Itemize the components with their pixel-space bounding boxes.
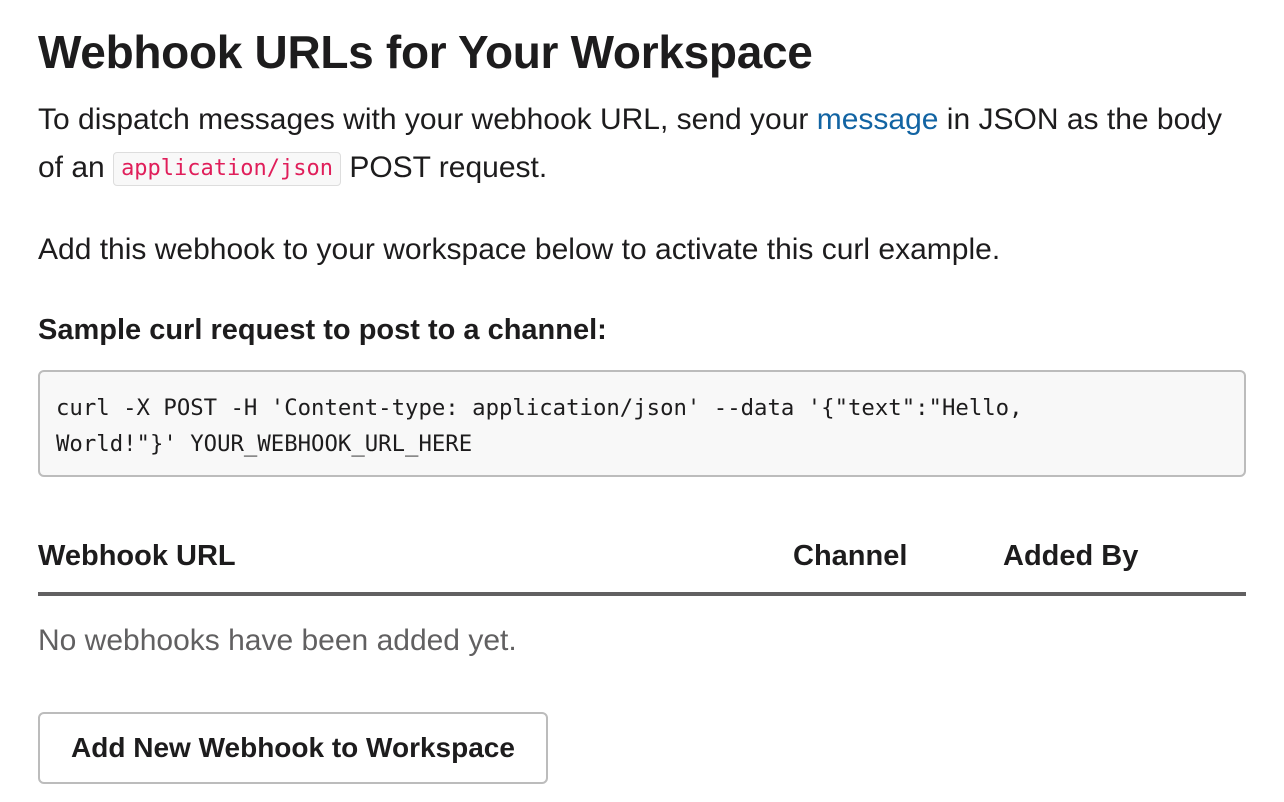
column-header-channel: Channel [793, 540, 908, 572]
column-header-added-by: Added By [1003, 540, 1139, 572]
curl-line-1: curl -X POST -H 'Content-type: applicati… [56, 395, 1023, 421]
curl-line-2: World!"}' YOUR_WEBHOOK_URL_HERE [56, 431, 473, 457]
content-type-code: application/json [113, 152, 341, 186]
message-link[interactable]: message [817, 103, 939, 136]
intro-text-1: To dispatch messages with your webhook U… [38, 103, 817, 136]
empty-table-message: No webhooks have been added yet. [38, 624, 517, 657]
webhooks-page: Webhook URLs for Your Workspace To dispa… [0, 0, 1284, 802]
page-title: Webhook URLs for Your Workspace [38, 26, 813, 78]
intro-paragraph: To dispatch messages with your webhook U… [38, 96, 1238, 192]
table-header: Webhook URL Channel Added By [38, 530, 1246, 596]
intro-text-3: POST request. [340, 151, 548, 184]
curl-code-block[interactable]: curl -X POST -H 'Content-type: applicati… [38, 370, 1246, 477]
sample-curl-heading: Sample curl request to post to a channel… [38, 314, 607, 346]
column-header-webhook-url: Webhook URL [38, 540, 236, 572]
add-new-webhook-button[interactable]: Add New Webhook to Workspace [38, 712, 548, 784]
webhooks-table: Webhook URL Channel Added By [38, 530, 1246, 596]
activate-instruction: Add this webhook to your workspace below… [38, 233, 1001, 266]
